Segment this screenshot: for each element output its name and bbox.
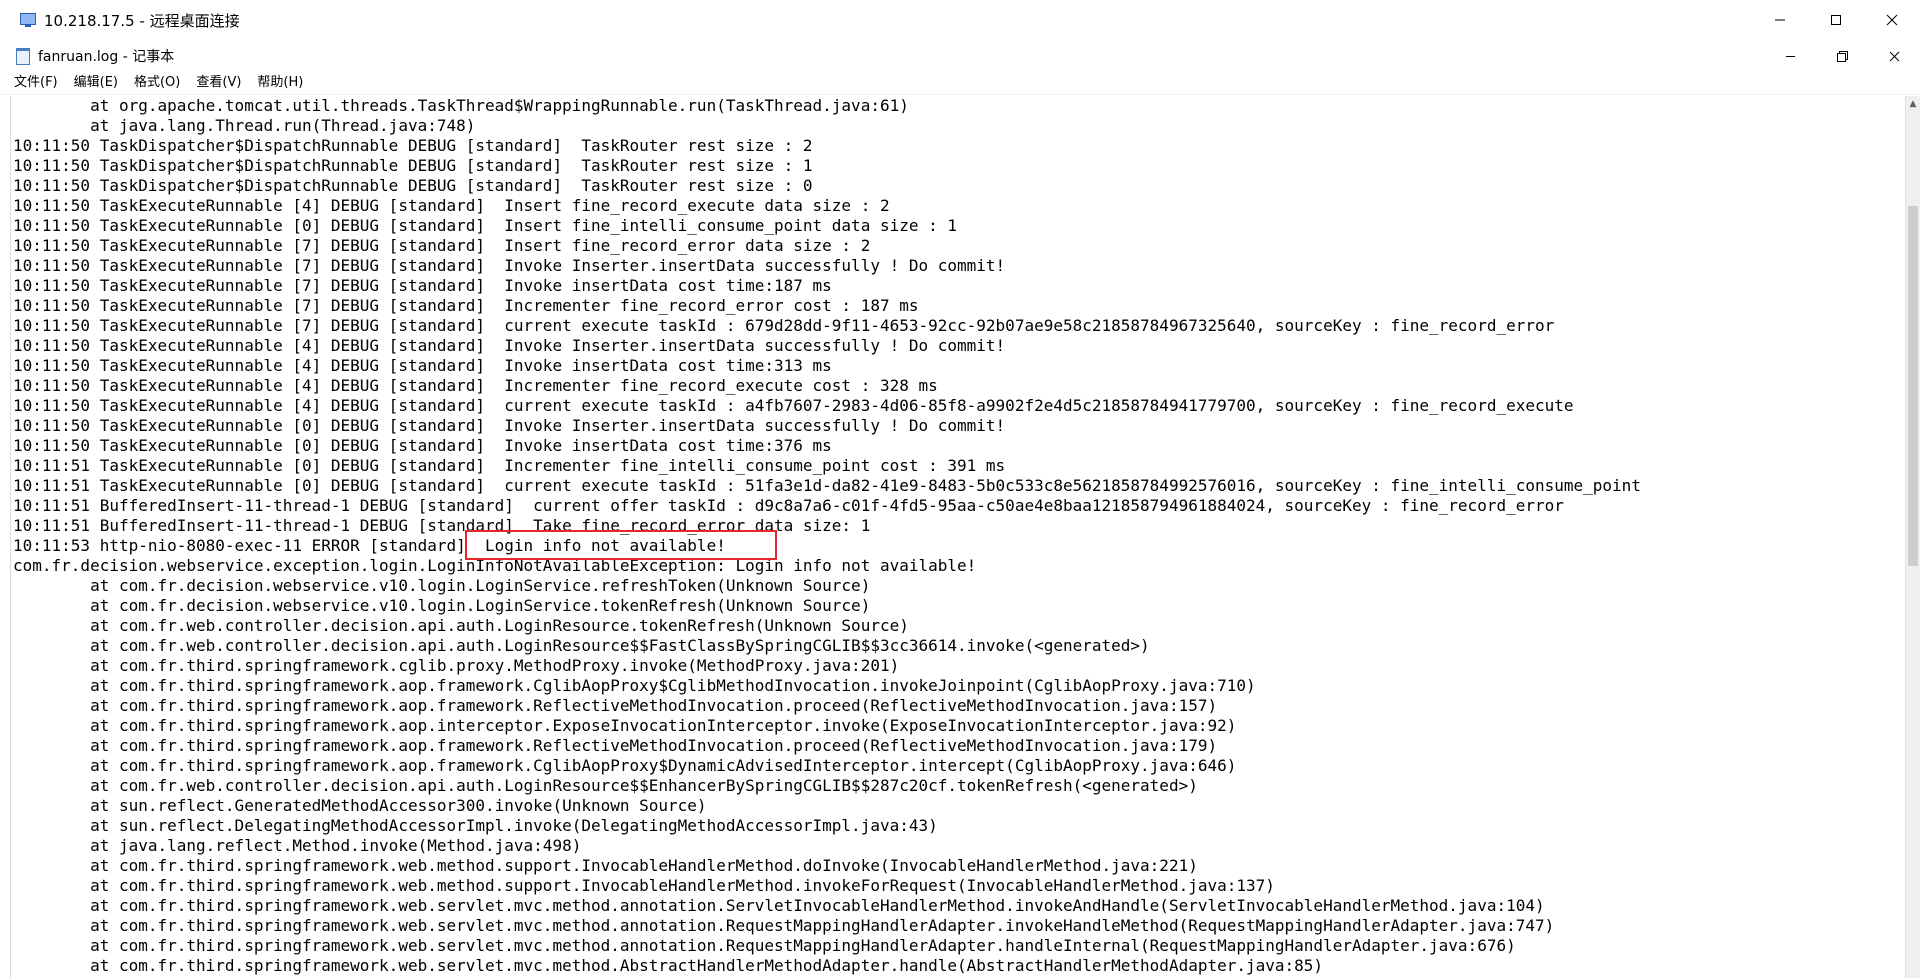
menu-file[interactable]: 文件(F): [0, 72, 66, 94]
notepad-window-title: fanruan.log - 记事本: [38, 49, 175, 65]
log-line: at com.fr.third.springframework.aop.fram…: [13, 676, 1256, 695]
menu-bar: 文件(F) 编辑(E) 格式(O) 查看(V) 帮助(H): [0, 72, 1920, 95]
rdp-title-bar: 10.218.17.5 - 远程桌面连接: [0, 0, 1920, 41]
log-line: at com.fr.third.springframework.web.serv…: [13, 956, 1324, 975]
log-line: 10:11:51 TaskExecuteRunnable [0] DEBUG […: [13, 456, 1006, 475]
rdp-window-controls: [1752, 0, 1920, 40]
scroll-up-arrow-icon[interactable]: ▲: [1906, 96, 1920, 112]
notepad-window-controls: [1764, 40, 1920, 72]
log-line: at java.lang.reflect.Method.invoke(Metho…: [13, 836, 582, 855]
log-line: at com.fr.third.springframework.aop.fram…: [13, 696, 1218, 715]
log-line: at com.fr.third.springframework.web.serv…: [13, 936, 1516, 955]
log-content[interactable]: at org.apache.tomcat.util.threads.TaskTh…: [11, 96, 1907, 976]
log-line: 10:11:51 TaskExecuteRunnable [0] DEBUG […: [13, 476, 1641, 495]
log-line: 10:11:50 TaskExecuteRunnable [0] DEBUG […: [13, 216, 958, 235]
log-line: 10:11:51 BufferedInsert-11-thread-1 DEBU…: [13, 496, 1564, 515]
log-line: 10:11:50 TaskExecuteRunnable [7] DEBUG […: [13, 296, 919, 315]
log-line: at sun.reflect.DelegatingMethodAccessorI…: [13, 816, 938, 835]
log-line: 10:11:50 TaskExecuteRunnable [4] DEBUG […: [13, 356, 832, 375]
log-line: at com.fr.third.springframework.web.meth…: [13, 876, 1275, 895]
log-line: 10:11:50 TaskExecuteRunnable [0] DEBUG […: [13, 416, 1006, 435]
log-line: at org.apache.tomcat.util.threads.TaskTh…: [13, 96, 909, 115]
log-line: at com.fr.third.springframework.aop.fram…: [13, 756, 1237, 775]
menu-format[interactable]: 格式(O): [126, 72, 188, 94]
log-line: 10:11:50 TaskDispatcher$DispatchRunnable…: [13, 176, 813, 195]
minimize-icon[interactable]: [1752, 0, 1808, 40]
log-line: at com.fr.third.springframework.web.meth…: [13, 856, 1198, 875]
log-line: at com.fr.third.springframework.aop.inte…: [13, 716, 1237, 735]
maximize-icon[interactable]: [1808, 0, 1864, 40]
log-line: at com.fr.third.springframework.cglib.pr…: [13, 656, 900, 675]
log-line: 10:11:50 TaskExecuteRunnable [4] DEBUG […: [13, 196, 890, 215]
log-line: at com.fr.decision.webservice.v10.login.…: [13, 596, 871, 615]
log-line: 10:11:50 TaskDispatcher$DispatchRunnable…: [13, 156, 813, 175]
log-line: at com.fr.third.springframework.web.serv…: [13, 916, 1555, 935]
log-line: 10:11:50 TaskExecuteRunnable [4] DEBUG […: [13, 336, 1006, 355]
log-line: at com.fr.web.controller.decision.api.au…: [13, 616, 909, 635]
log-line: at com.fr.third.springframework.web.serv…: [13, 896, 1545, 915]
vertical-scrollbar[interactable]: ▲: [1905, 96, 1920, 978]
minimize-icon[interactable]: [1764, 40, 1816, 72]
log-line: at com.fr.web.controller.decision.api.au…: [13, 776, 1198, 795]
log-line: 10:11:50 TaskExecuteRunnable [7] DEBUG […: [13, 316, 1555, 335]
text-editor[interactable]: at org.apache.tomcat.util.threads.TaskTh…: [10, 96, 1907, 978]
log-line: 10:11:50 TaskExecuteRunnable [7] DEBUG […: [13, 276, 832, 295]
log-line: 10:11:50 TaskExecuteRunnable [4] DEBUG […: [13, 396, 1574, 415]
remote-desktop-icon: [20, 12, 36, 28]
menu-view[interactable]: 查看(V): [188, 72, 249, 94]
log-line: 10:11:50 TaskExecuteRunnable [4] DEBUG […: [13, 376, 938, 395]
log-line: at com.fr.decision.webservice.v10.login.…: [13, 576, 871, 595]
menu-edit[interactable]: 编辑(E): [66, 72, 126, 94]
restore-icon[interactable]: [1816, 40, 1868, 72]
notepad-icon: [16, 48, 30, 65]
close-icon[interactable]: [1864, 0, 1920, 40]
menu-help[interactable]: 帮助(H): [249, 72, 311, 94]
rdp-window-title: 10.218.17.5 - 远程桌面连接: [44, 11, 240, 30]
log-line: 10:11:50 TaskExecuteRunnable [7] DEBUG […: [13, 236, 871, 255]
close-icon[interactable]: [1868, 40, 1920, 72]
log-line: com.fr.decision.webservice.exception.log…: [13, 556, 977, 575]
log-line: 10:11:50 TaskDispatcher$DispatchRunnable…: [13, 136, 813, 155]
scrollbar-thumb[interactable]: [1908, 206, 1918, 566]
log-line: at sun.reflect.GeneratedMethodAccessor30…: [13, 796, 707, 815]
log-line: 10:11:50 TaskExecuteRunnable [7] DEBUG […: [13, 256, 1006, 275]
notepad-title-bar: fanruan.log - 记事本: [0, 40, 1920, 72]
log-line: 10:11:51 BufferedInsert-11-thread-1 DEBU…: [13, 516, 871, 535]
log-line: at com.fr.third.springframework.aop.fram…: [13, 736, 1218, 755]
log-line: at java.lang.Thread.run(Thread.java:748): [13, 116, 476, 135]
log-line: 10:11:50 TaskExecuteRunnable [0] DEBUG […: [13, 436, 832, 455]
log-line: at com.fr.web.controller.decision.api.au…: [13, 636, 1150, 655]
log-line: 10:11:53 http-nio-8080-exec-11 ERROR [st…: [13, 536, 726, 555]
